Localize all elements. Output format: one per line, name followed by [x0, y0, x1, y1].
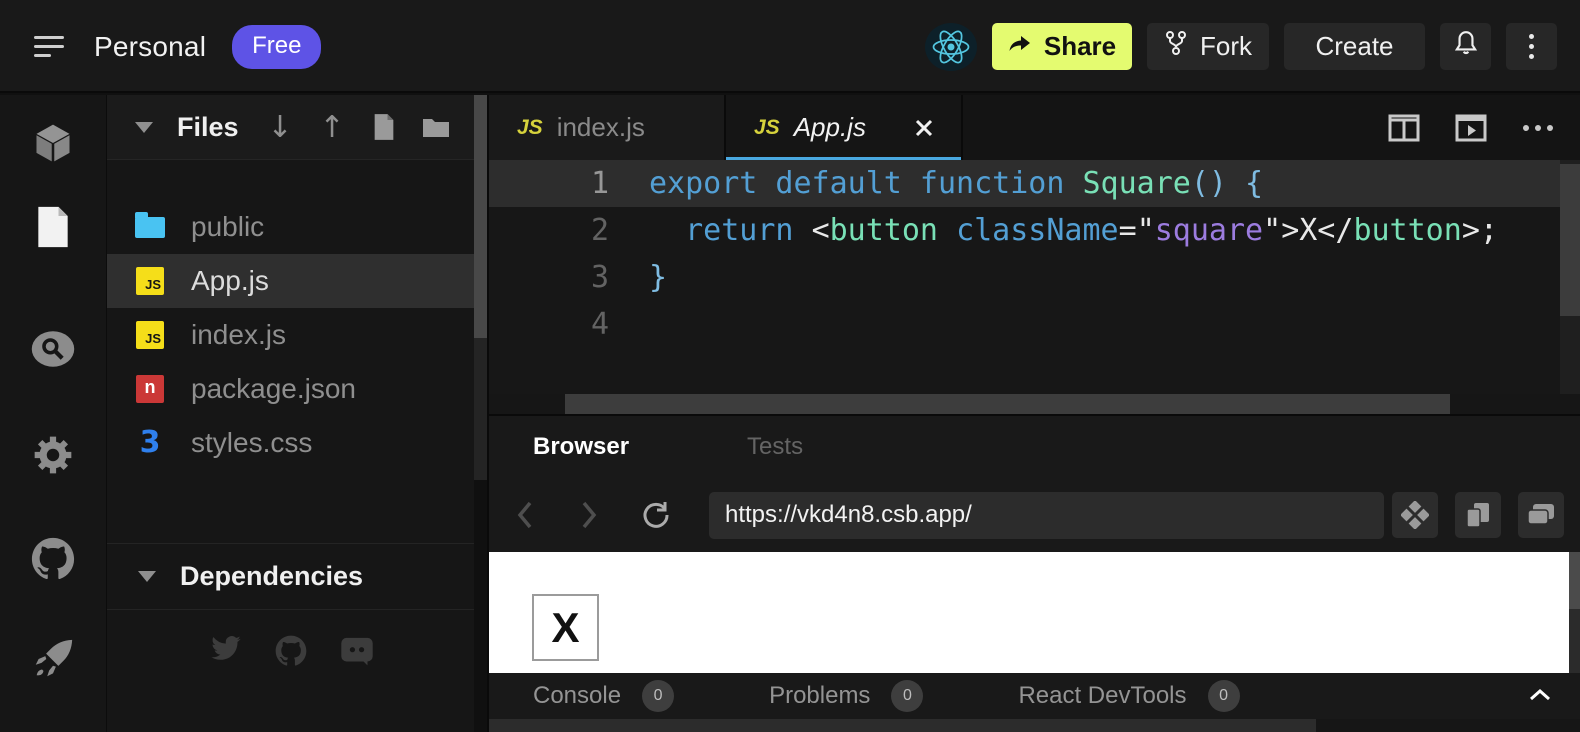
search-icon[interactable] — [29, 325, 77, 373]
editor-tab-bar: JS index.js JS App.js — [489, 95, 1580, 160]
github-small-icon[interactable] — [275, 635, 307, 667]
settings-gear-icon[interactable] — [29, 431, 77, 479]
file-row-stylescss[interactable]: 3 styles.css — [107, 416, 474, 470]
js-file-icon: JS — [135, 266, 165, 296]
files-header[interactable]: Files ↓ ↑ — [107, 95, 474, 160]
js-file-icon: JS — [135, 320, 165, 350]
open-new-window-icon[interactable] — [1518, 492, 1564, 538]
create-button[interactable]: Create — [1284, 23, 1425, 70]
upload-icon[interactable]: ↑ — [316, 111, 348, 143]
tab-indexjs[interactable]: JS index.js — [489, 95, 726, 160]
code-area[interactable]: 1 export default function Square() { 2 r… — [489, 160, 1580, 394]
social-links — [107, 635, 474, 667]
more-options-button[interactable] — [1506, 23, 1557, 70]
file-row-packagejson[interactable]: n package.json — [107, 362, 474, 416]
line-number: 1 — [489, 160, 609, 207]
code-line-3: 3 } — [489, 254, 1580, 301]
top-bar: Personal Free Share — [0, 0, 1580, 93]
editor-actions — [1387, 95, 1580, 160]
rocket-icon[interactable] — [29, 635, 77, 683]
chevron-up-icon[interactable] — [1522, 681, 1558, 711]
codesandbox-app: Personal Free Share — [0, 0, 1580, 732]
activity-rail — [0, 95, 107, 732]
react-logo-icon — [925, 23, 977, 71]
line-number: 2 — [489, 207, 609, 254]
file-list: public JS App.js JS index.js n package.j… — [107, 200, 474, 470]
problems-tab[interactable]: Problems 0 — [769, 680, 923, 712]
npm-file-icon: n — [135, 374, 165, 404]
console-scrollbar[interactable] — [489, 719, 1580, 732]
preview-actions — [1392, 492, 1564, 538]
files-panel: Files ↓ ↑ public JS App.js — [107, 95, 474, 732]
code-editor: JS index.js JS App.js — [489, 95, 1580, 414]
files-header-actions: ↓ ↑ — [264, 111, 452, 143]
url-bar-row: https://vkd4n8.csb.app/ — [489, 478, 1580, 552]
share-arrow-icon — [1008, 31, 1032, 62]
explorer-file-icon[interactable] — [29, 203, 77, 251]
js-tab-icon: JS — [517, 116, 543, 140]
browser-tab-bar: Browser Tests — [489, 416, 803, 478]
file-row-public[interactable]: public — [107, 200, 474, 254]
duplicate-preview-icon[interactable] — [1455, 492, 1501, 538]
url-input[interactable]: https://vkd4n8.csb.app/ — [709, 492, 1384, 539]
bell-icon — [1453, 29, 1479, 64]
preview-scrollbar[interactable] — [1569, 552, 1580, 673]
react-devtools-tab[interactable]: React DevTools 0 — [1018, 680, 1239, 712]
count-badge: 0 — [1208, 680, 1240, 712]
back-icon[interactable] — [507, 497, 543, 533]
file-row-appjs[interactable]: JS App.js — [107, 254, 474, 308]
line-number: 3 — [489, 254, 609, 301]
kebab-menu-icon — [1529, 34, 1534, 59]
console-tab[interactable]: Console 0 — [533, 680, 674, 712]
fork-icon — [1164, 30, 1188, 63]
count-badge: 0 — [642, 680, 674, 712]
count-badge: 0 — [891, 680, 923, 712]
twitter-icon[interactable] — [210, 635, 242, 667]
split-view-icon[interactable] — [1387, 113, 1421, 143]
file-row-indexjs[interactable]: JS index.js — [107, 308, 474, 362]
line-number: 4 — [489, 301, 609, 348]
topbar-actions: Share Fork Create — [925, 23, 1557, 70]
code-line-4: 4 — [489, 301, 1580, 348]
workspace-area: Personal Free — [34, 0, 321, 93]
collapse-caret-icon — [135, 122, 153, 133]
code-line-1: 1 export default function Square() { — [489, 160, 1580, 207]
editor-horizontal-scrollbar[interactable] — [489, 394, 1580, 414]
close-tab-icon[interactable] — [909, 113, 939, 143]
files-title: Files — [177, 112, 239, 143]
github-icon[interactable] — [29, 535, 77, 583]
notifications-button[interactable] — [1440, 23, 1491, 70]
css-file-icon: 3 — [135, 428, 165, 458]
preview-window-icon[interactable] — [1454, 113, 1488, 143]
editor-vertical-scrollbar[interactable] — [1560, 160, 1580, 394]
tab-browser[interactable]: Browser — [533, 433, 629, 461]
forward-icon[interactable] — [571, 497, 607, 533]
console-bar: Console 0 Problems 0 React DevTools 0 — [489, 673, 1580, 719]
js-tab-icon: JS — [754, 116, 780, 140]
dependencies-header[interactable]: Dependencies — [107, 543, 474, 610]
folder-icon — [135, 212, 165, 242]
discord-icon[interactable] — [340, 635, 372, 667]
workspace-name[interactable]: Personal — [94, 31, 206, 63]
plan-badge: Free — [232, 25, 321, 69]
new-file-icon[interactable] — [368, 111, 400, 143]
sandbox-cube-icon[interactable] — [29, 119, 77, 167]
share-button[interactable]: Share — [992, 23, 1132, 70]
browser-preview: X — [489, 552, 1580, 673]
hamburger-menu-icon[interactable] — [34, 32, 68, 62]
fork-button[interactable]: Fork — [1147, 23, 1269, 70]
tab-tests[interactable]: Tests — [747, 433, 803, 461]
refresh-icon[interactable] — [637, 497, 673, 533]
browser-panel: Browser Tests https://vkd4n8.csb.app/ — [489, 414, 1580, 732]
editor-more-icon[interactable] — [1521, 113, 1555, 143]
collapse-caret-icon — [138, 571, 156, 582]
code-line-2: 2 return <button className="square">X</b… — [489, 207, 1580, 254]
square-button[interactable]: X — [532, 594, 599, 661]
responsive-mode-icon[interactable] — [1392, 492, 1438, 538]
download-icon[interactable]: ↓ — [264, 111, 296, 143]
new-folder-icon[interactable] — [420, 111, 452, 143]
tab-appjs[interactable]: JS App.js — [726, 95, 963, 160]
